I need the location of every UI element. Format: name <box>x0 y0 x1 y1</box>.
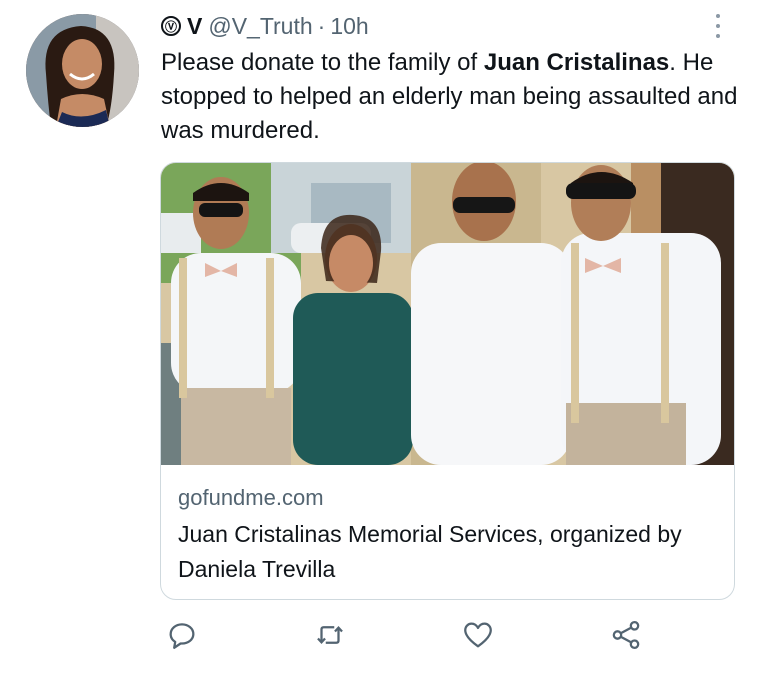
verified-badge: Ⓥ <box>161 16 181 36</box>
card-domain: gofundme.com <box>178 485 324 510</box>
user-handle[interactable]: @V_Truth <box>208 13 312 40</box>
tweet-text-part: Please donate to the family of <box>161 49 484 76</box>
like-button[interactable] <box>460 617 496 653</box>
retweet-button[interactable] <box>312 617 348 653</box>
link-card[interactable]: gofundme.com Juan Cristalinas Memorial S… <box>160 162 735 600</box>
heart-icon <box>464 622 492 648</box>
display-name[interactable]: V <box>187 13 202 40</box>
tweet-timestamp[interactable]: 10h <box>330 13 368 40</box>
avatar-image <box>26 14 139 127</box>
avatar[interactable] <box>26 14 139 127</box>
share-button[interactable] <box>608 617 644 653</box>
share-icon <box>612 620 640 650</box>
tweet-text: Please donate to the family of Juan Cris… <box>161 46 741 148</box>
header-separator: · <box>317 12 326 39</box>
action-bar <box>0 617 760 653</box>
more-options-icon[interactable] <box>706 12 730 40</box>
card-title: Juan Cristalinas Memorial Services, orga… <box>178 521 682 582</box>
reply-icon <box>169 623 195 649</box>
tweet-header: Ⓥ V @V_Truth · 10h <box>161 10 369 42</box>
retweet-icon <box>317 625 343 645</box>
tweet-text-bold-name: Juan Cristalinas <box>483 49 670 76</box>
reply-button[interactable] <box>164 617 200 653</box>
card-photo <box>161 163 734 465</box>
card-image[interactable] <box>161 163 734 465</box>
